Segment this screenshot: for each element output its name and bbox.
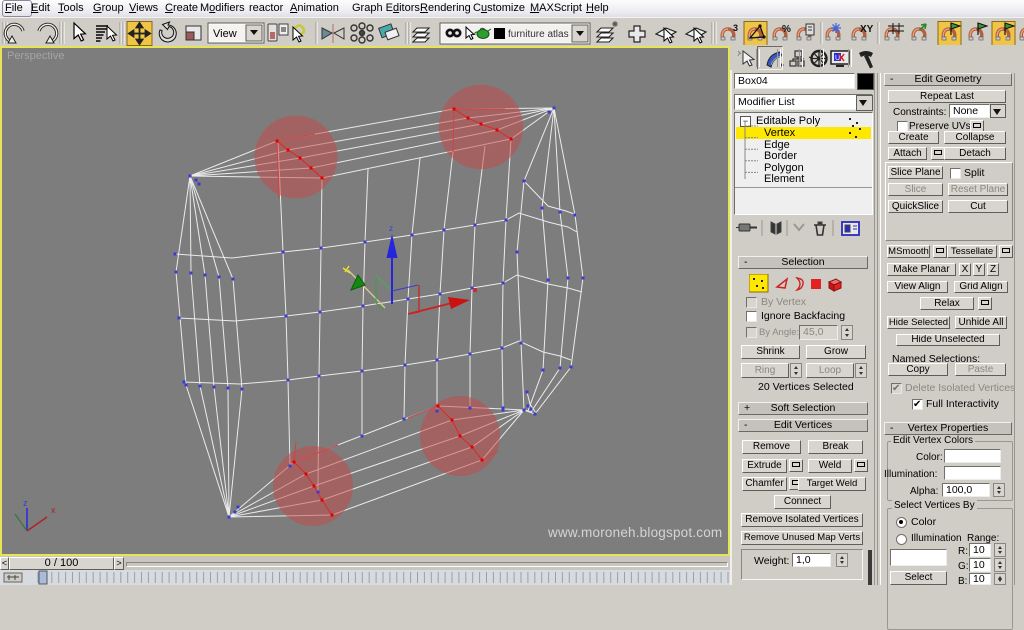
svg-text:z: z — [23, 498, 28, 508]
svg-text:%: % — [782, 24, 791, 35]
svg-text:XY: XY — [860, 24, 874, 35]
svg-text:3: 3 — [733, 23, 738, 33]
svg-text:x: x — [51, 505, 56, 515]
svg-text:z: z — [389, 224, 393, 233]
svg-text:View: View — [213, 28, 237, 40]
svg-text:furniture atlas: furniture atlas — [508, 29, 569, 40]
